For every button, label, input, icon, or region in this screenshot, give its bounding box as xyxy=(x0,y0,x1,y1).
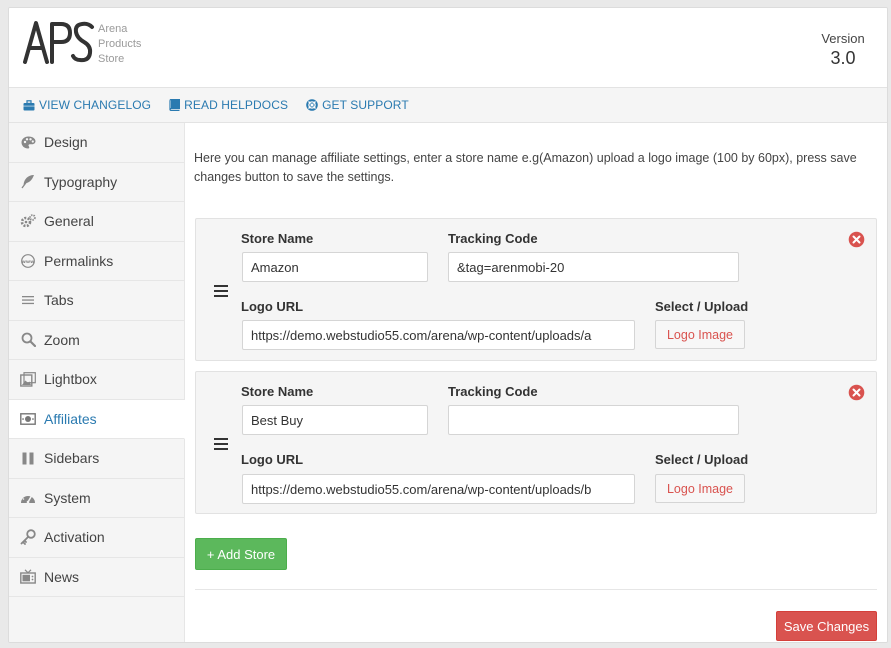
svg-text:www: www xyxy=(22,260,35,265)
sidebar-item-label: Permalinks xyxy=(44,252,114,269)
sidebar-item-system[interactable]: System xyxy=(9,479,184,518)
store-name-label: Store Name xyxy=(241,231,314,246)
tracking-code-label: Tracking Code xyxy=(448,384,538,399)
sidebar-item-label: Lightbox xyxy=(44,371,97,388)
lifebuoy-icon xyxy=(306,99,318,111)
drag-handle-icon[interactable] xyxy=(214,285,228,297)
view-changelog-label: VIEW CHANGELOG xyxy=(39,98,152,112)
save-changes-button[interactable]: Save Changes xyxy=(776,611,877,641)
store-name-input[interactable] xyxy=(242,252,428,282)
logo-line: Products xyxy=(98,38,142,50)
sidebar-item-sidebars[interactable]: Sidebars xyxy=(9,439,184,479)
remove-store-icon[interactable] xyxy=(848,231,865,248)
sidebar-item-label: Activation xyxy=(44,529,105,546)
book-icon xyxy=(169,99,181,111)
version-info: Version 3.0 xyxy=(813,31,873,69)
store-card: Store Name Tracking Code Logo URL Select… xyxy=(195,218,877,361)
menu-lines-icon xyxy=(20,292,36,308)
www-icon: www xyxy=(20,253,36,269)
aps-logo: Arena Products Store xyxy=(23,20,163,76)
select-upload-label: Select / Upload xyxy=(655,299,749,314)
logo-line: Store xyxy=(98,53,125,65)
store-name-label: Store Name xyxy=(241,384,314,399)
sidebar-item-label: News xyxy=(44,568,80,585)
dashboard-icon xyxy=(20,490,36,506)
logo-line: Arena xyxy=(98,23,128,35)
logo-url-input[interactable] xyxy=(242,474,635,504)
remove-store-icon[interactable] xyxy=(848,384,865,401)
divider xyxy=(195,589,877,590)
view-changelog-link[interactable]: VIEW CHANGELOG xyxy=(23,98,151,112)
aps-logo-mark xyxy=(23,21,94,64)
read-helpdocs-link[interactable]: READ HELPDOCS xyxy=(169,98,288,112)
sidebar-item-tabs[interactable]: Tabs xyxy=(9,281,184,321)
tv-icon xyxy=(20,569,36,585)
briefcase-icon xyxy=(23,99,35,110)
settings-panel: Arena Products Store Version 3.0 VIEW CH… xyxy=(8,7,888,643)
logo-url-input[interactable] xyxy=(242,320,635,350)
sidebar-item-label: Tabs xyxy=(44,292,74,309)
store-name-input[interactable] xyxy=(242,405,428,435)
get-support-label: GET SUPPORT xyxy=(322,98,409,112)
gears-icon xyxy=(20,213,36,229)
store-card: Store Name Tracking Code Logo URL Select… xyxy=(195,371,877,514)
intro-text: Here you can manage affiliate settings, … xyxy=(194,151,857,184)
sidebar-item-affiliates[interactable]: Affiliates xyxy=(9,399,185,439)
version-number: 3.0 xyxy=(830,48,856,68)
sidebar-item-permalinks[interactable]: www Permalinks xyxy=(9,242,184,281)
help-links-bar: VIEW CHANGELOG READ HELPDOCS GET SUPPORT xyxy=(9,88,887,123)
sidebar-item-label: Affiliates xyxy=(44,410,97,427)
add-store-button[interactable]: + Add Store xyxy=(195,538,287,570)
tracking-code-input[interactable] xyxy=(448,405,739,435)
logo-image-button[interactable]: Logo Image xyxy=(655,474,745,503)
sidebar-item-label: Sidebars xyxy=(44,450,100,467)
header: Arena Products Store Version 3.0 xyxy=(9,8,887,88)
sidebar-item-zoom[interactable]: Zoom xyxy=(9,321,184,360)
sidebar-item-label: Design xyxy=(44,134,88,151)
drag-handle-icon[interactable] xyxy=(214,438,228,450)
palette-icon xyxy=(20,134,36,150)
sidebar-item-lightbox[interactable]: Lightbox xyxy=(9,360,184,400)
settings-sidebar: Design Typography General www Permalinks… xyxy=(9,123,185,642)
select-upload-label: Select / Upload xyxy=(655,452,749,467)
logo-image-button[interactable]: Logo Image xyxy=(655,320,745,349)
get-support-link[interactable]: GET SUPPORT xyxy=(306,98,409,112)
key-icon xyxy=(20,529,36,546)
read-helpdocs-label: READ HELPDOCS xyxy=(184,98,289,112)
logo-wordmark: Arena Products Store xyxy=(98,22,141,67)
sidebar-item-typography[interactable]: Typography xyxy=(9,163,184,202)
tracking-code-input[interactable] xyxy=(448,252,739,282)
sidebar-item-label: System xyxy=(44,489,91,506)
logo-url-label: Logo URL xyxy=(241,452,304,467)
columns-icon xyxy=(20,450,36,466)
sidebar-item-label: Zoom xyxy=(44,331,80,348)
sidebar-item-general[interactable]: General xyxy=(9,202,184,242)
sidebar-item-label: Typography xyxy=(44,173,118,190)
sidebar-item-activation[interactable]: Activation xyxy=(9,518,184,558)
feather-icon xyxy=(20,174,36,190)
sidebar-item-design[interactable]: Design xyxy=(9,123,184,163)
sidebar-item-news[interactable]: News xyxy=(9,558,184,597)
tracking-code-label: Tracking Code xyxy=(448,231,538,246)
logo-url-label: Logo URL xyxy=(241,299,304,314)
magnifier-icon xyxy=(20,332,36,348)
sidebar-item-label: General xyxy=(44,213,94,230)
affiliates-content: Here you can manage affiliate settings, … xyxy=(186,123,887,642)
lightbox-icon xyxy=(20,371,36,387)
money-icon xyxy=(20,411,36,427)
version-label: Version xyxy=(821,31,865,46)
